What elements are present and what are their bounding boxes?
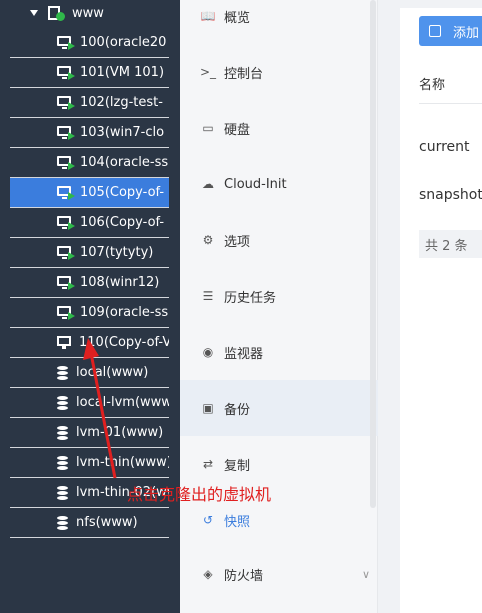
arrow-shaft: [89, 352, 117, 479]
arrow-head: [83, 338, 99, 360]
annotation-arrow: [83, 338, 117, 479]
annotation-text: 点击克隆出的虚拟机: [127, 485, 272, 504]
